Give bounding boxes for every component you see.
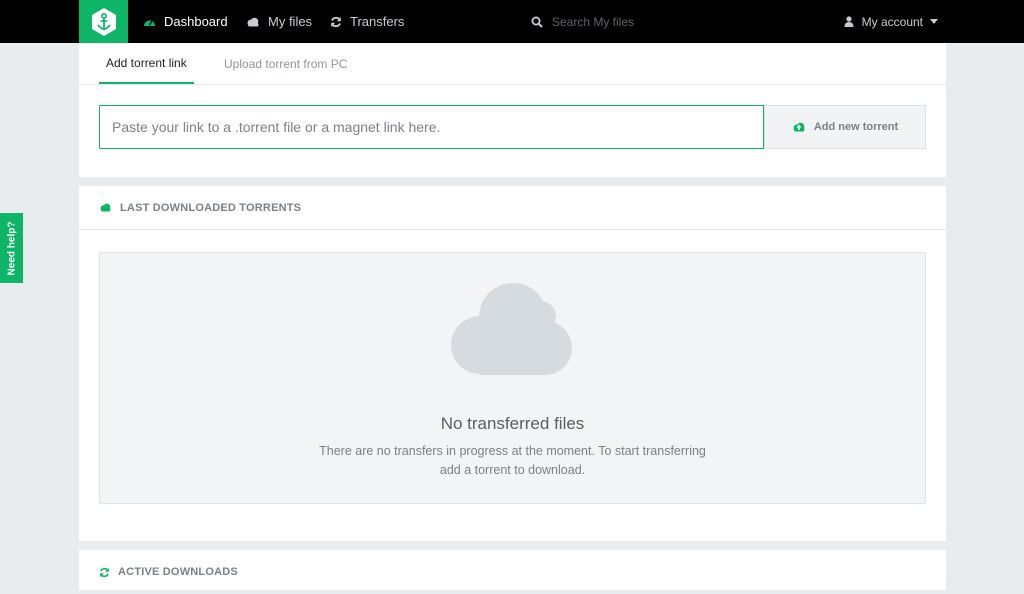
user-icon [844,16,854,27]
tab-add-torrent-link[interactable]: Add torrent link [99,43,194,84]
nav-transfers[interactable]: Transfers [330,0,404,43]
chevron-down-icon [930,19,938,24]
dashboard-icon [144,20,155,26]
torrent-link-input[interactable] [99,105,764,149]
empty-state-title: No transferred files [440,414,585,433]
active-downloads-title: ACTIVE DOWNLOADS [118,566,238,578]
account-label: My account [861,14,923,29]
refresh-icon [331,16,341,27]
tab-upload-torrent[interactable]: Upload torrent from PC [224,43,347,84]
last-downloaded-panel: LAST DOWNLOADED TORRENTS No transferred … [79,186,946,541]
empty-state: No transferred files There are no transf… [99,252,926,504]
refresh-icon [100,567,109,577]
add-new-torrent-button[interactable]: Add new torrent [764,105,926,149]
empty-state-text: There are no transfers in progress at th… [319,444,706,477]
last-downloaded-title: LAST DOWNLOADED TORRENTS [120,201,302,214]
add-torrent-tabs: Add torrent link Upload torrent from PC [79,43,946,85]
top-navbar: Dashboard My files Transfers My accoun [0,0,1024,43]
need-help-label: Need help? [6,221,17,275]
tab-upload-torrent-label: Upload torrent from PC [224,56,348,71]
cloud-icon [247,17,259,26]
search-bar [531,0,791,43]
search-input[interactable] [552,14,752,29]
empty-cloud-icon [451,283,572,375]
logo[interactable] [79,0,128,43]
need-help-tab[interactable]: Need help? [0,213,23,283]
add-torrent-panel: Add torrent link Upload torrent from PC … [79,43,946,177]
nav-dashboard[interactable]: Dashboard [143,0,228,43]
search-icon [531,16,543,28]
active-downloads-panel: ACTIVE DOWNLOADS [79,550,946,590]
nav-my-files[interactable]: My files [246,0,312,43]
tab-add-torrent-link-label: Add torrent link [106,55,187,70]
anchor-logo-icon [91,7,116,36]
account-menu[interactable]: My account [844,0,938,43]
nav-my-files-label: My files [268,14,313,29]
last-downloaded-header: LAST DOWNLOADED TORRENTS [79,186,946,230]
cloud-upload-icon [793,122,805,132]
nav-dashboard-label: Dashboard [164,14,228,29]
active-downloads-header: ACTIVE DOWNLOADS [79,550,946,594]
add-new-torrent-label: Add new torrent [813,121,899,133]
cloud-icon [100,203,111,212]
nav-transfers-label: Transfers [350,14,405,29]
